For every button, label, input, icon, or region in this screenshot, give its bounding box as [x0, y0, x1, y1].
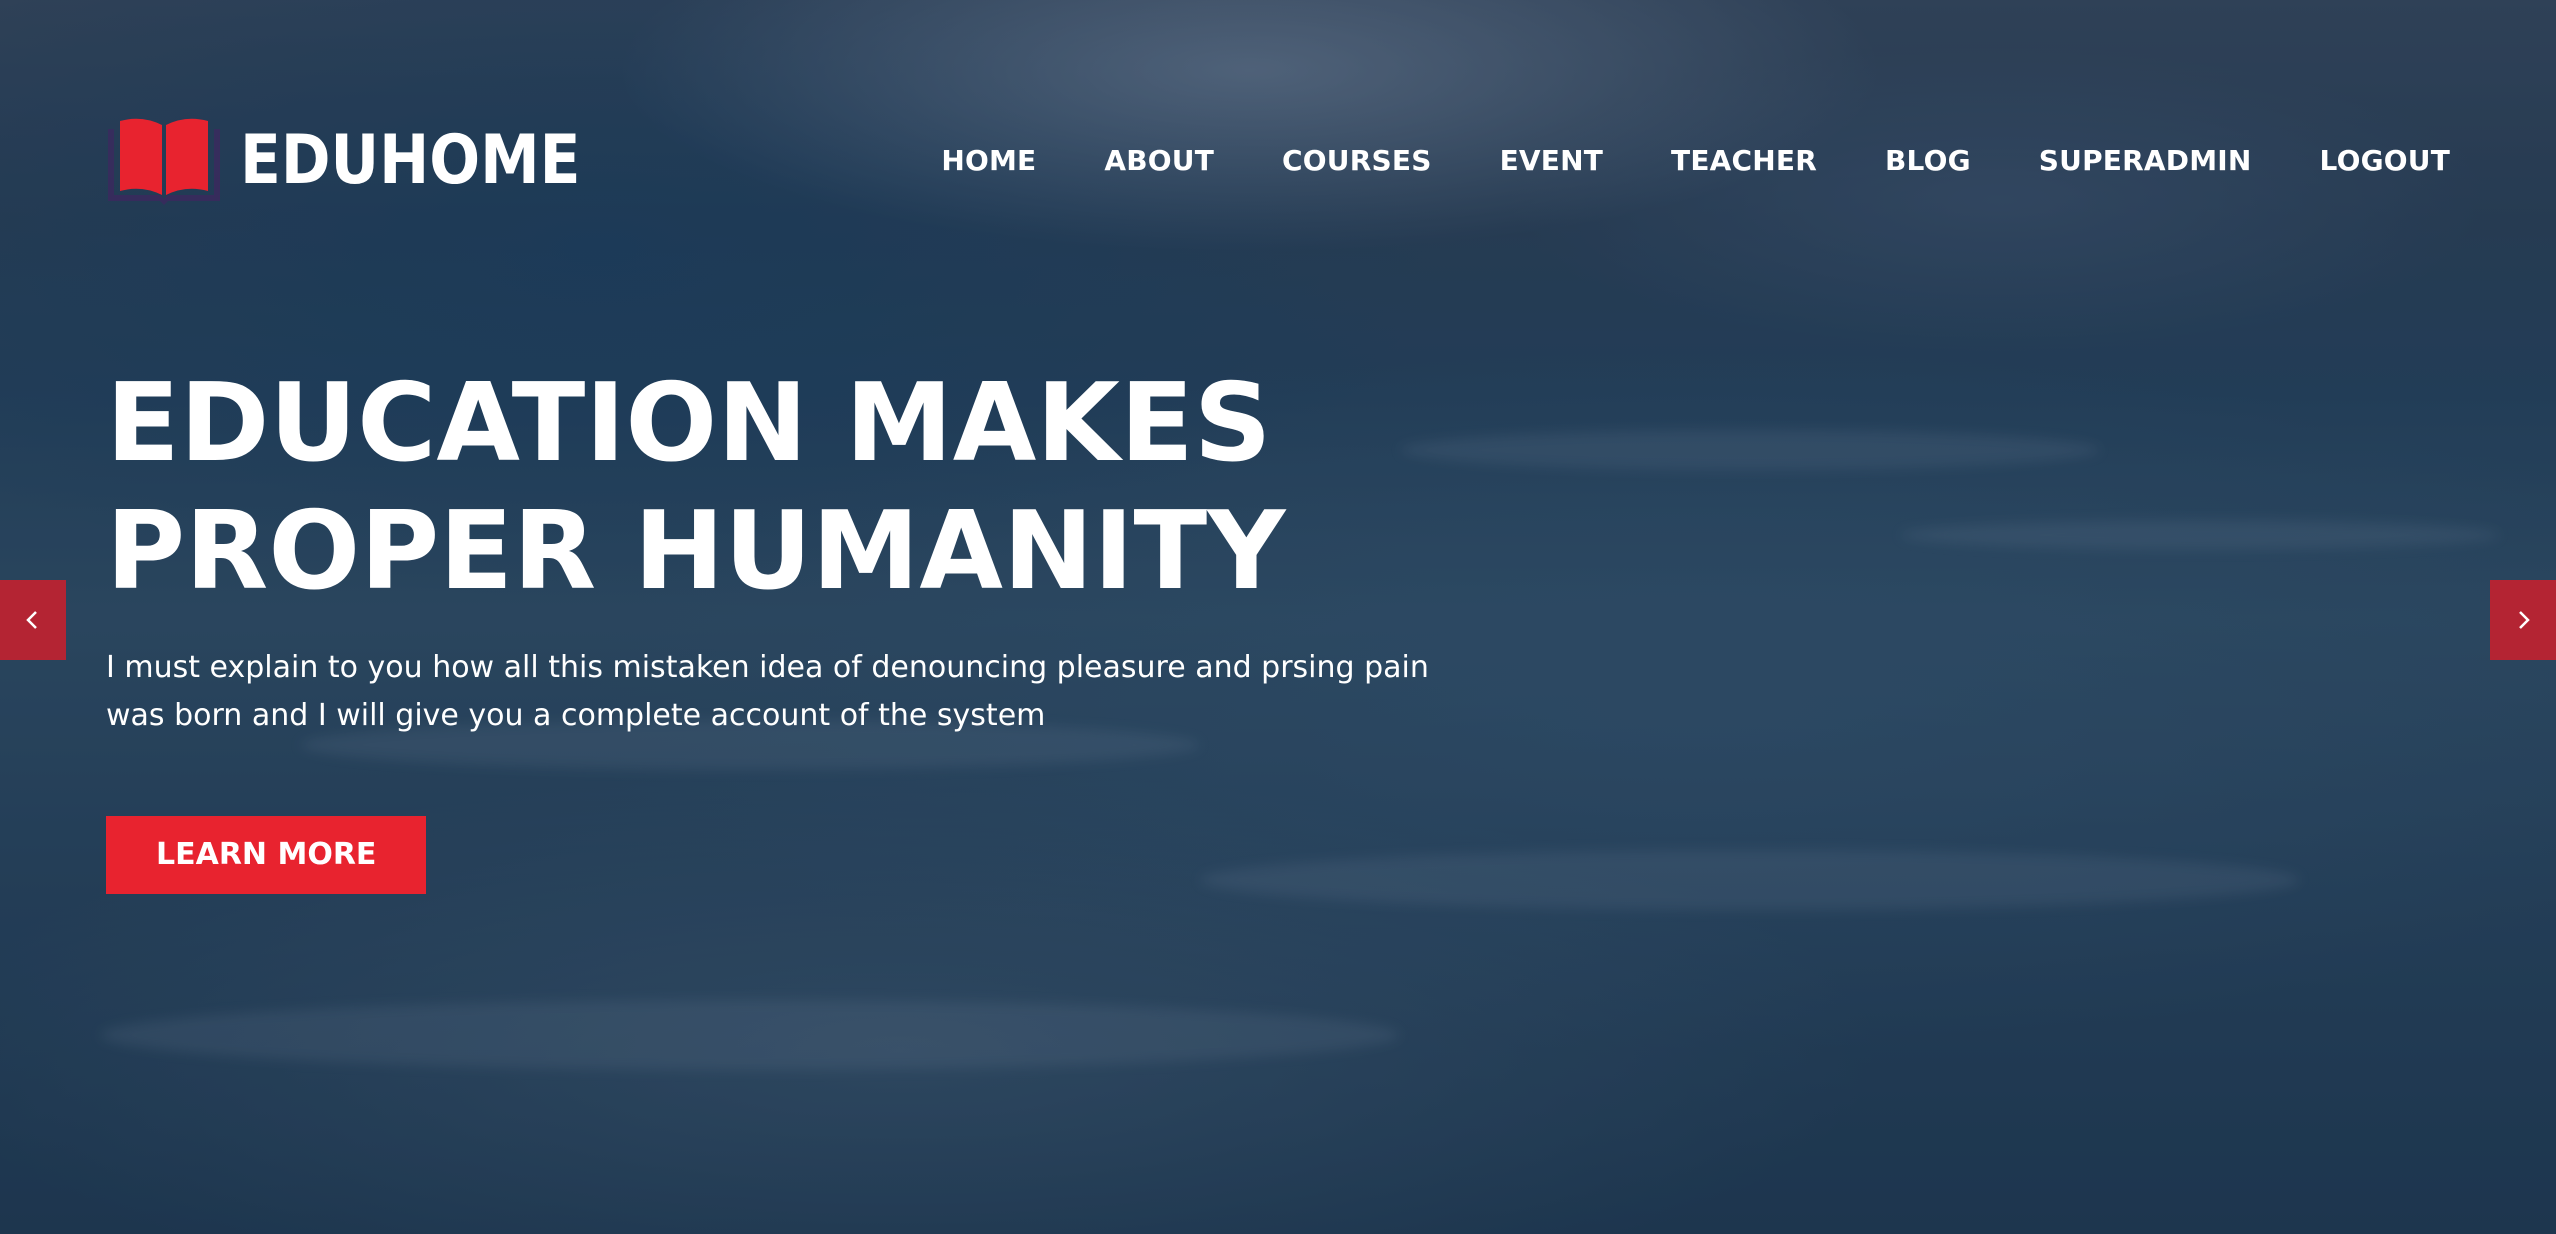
nav-item-event[interactable]: EVENT: [1500, 144, 1603, 177]
hero-content: EDUCATION MAKES PROPER HUMANITY I must e…: [106, 360, 1506, 894]
book-icon: [108, 118, 220, 205]
nav-item-logout[interactable]: LOGOUT: [2320, 144, 2450, 177]
slider-next-button[interactable]: [2490, 580, 2556, 660]
subtitle-line-2: was born and I will give you a complete …: [106, 698, 1046, 733]
site-header: EDUHOME HOME ABOUT COURSES EVENT TEACHER…: [106, 115, 2450, 205]
hero-subtitle: I must explain to you how all this mista…: [106, 644, 1486, 740]
headline-line-1: EDUCATION MAKES: [106, 361, 1272, 486]
nav-item-superadmin[interactable]: SUPERADMIN: [2039, 144, 2252, 177]
main-nav: HOME ABOUT COURSES EVENT TEACHER BLOG SU…: [873, 144, 2450, 177]
chevron-left-icon: [26, 611, 37, 629]
hero-slider: EDUHOME HOME ABOUT COURSES EVENT TEACHER…: [0, 0, 2556, 1234]
chevron-right-icon: [2519, 611, 2530, 629]
nav-item-courses[interactable]: COURSES: [1282, 144, 1432, 177]
brand-name: EDUHOME: [240, 120, 581, 200]
learn-more-button[interactable]: LEARN MORE: [106, 816, 427, 894]
nav-item-blog[interactable]: BLOG: [1885, 144, 1971, 177]
nav-item-home[interactable]: HOME: [941, 144, 1036, 177]
nav-item-about[interactable]: ABOUT: [1104, 144, 1214, 177]
slider-prev-button[interactable]: [0, 580, 66, 660]
hero-headline: EDUCATION MAKES PROPER HUMANITY: [106, 360, 1506, 616]
nav-item-teacher[interactable]: TEACHER: [1671, 144, 1817, 177]
subtitle-line-1: I must explain to you how all this mista…: [106, 650, 1429, 685]
brand-logo[interactable]: EDUHOME: [106, 115, 627, 205]
headline-line-2: PROPER HUMANITY: [106, 489, 1286, 614]
